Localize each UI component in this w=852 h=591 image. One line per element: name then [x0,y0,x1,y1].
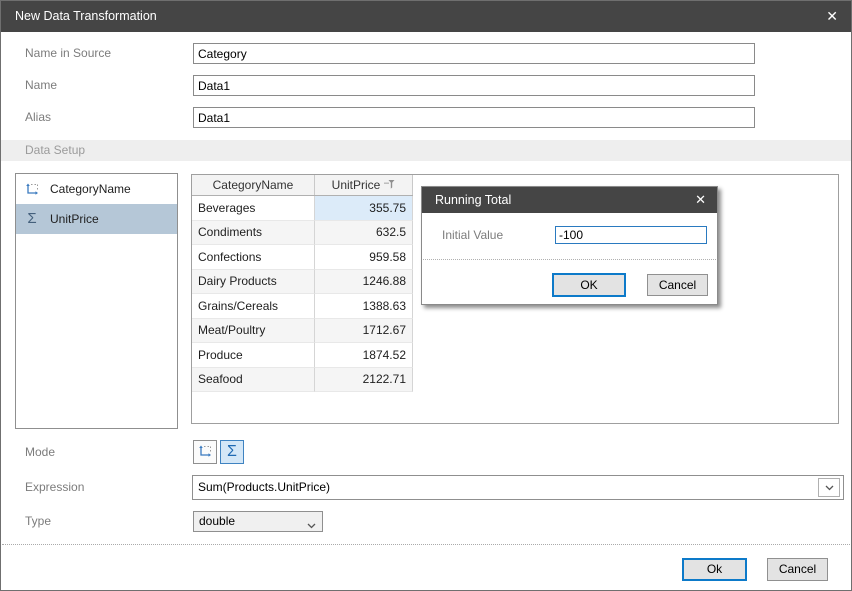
table-row[interactable]: Grains/Cereals 1388.63 [192,294,413,319]
filter-icon[interactable] [384,178,395,192]
transform-icon [24,181,40,197]
expression-input[interactable]: Sum(Products.UnitPrice) [192,475,844,500]
cell-unitprice[interactable]: 1246.88 [315,270,413,295]
table-row[interactable]: Dairy Products 1246.88 [192,270,413,295]
name-label: Name [25,75,57,96]
field-list-panel: CategoryName Σ UnitPrice [15,173,178,429]
expression-dropdown-button[interactable] [818,478,840,497]
data-setup-label: Data Setup [25,140,85,161]
cell-unitprice[interactable]: 632.5 [315,221,413,246]
chevron-down-icon [307,518,316,532]
dialog-separator [423,259,716,260]
alias-input[interactable] [193,107,755,128]
footer-separator [2,544,850,545]
cell-category[interactable]: Seafood [192,368,315,393]
cell-category[interactable]: Produce [192,343,315,368]
cell-category[interactable]: Condiments [192,221,315,246]
cell-category[interactable]: Dairy Products [192,270,315,295]
name-in-source-label: Name in Source [25,43,111,64]
running-total-cancel-button[interactable]: Cancel [647,274,708,296]
cell-category[interactable]: Beverages [192,196,315,221]
cell-category[interactable]: Grains/Cereals [192,294,315,319]
type-label: Type [25,511,51,532]
cell-unitprice[interactable]: 1388.63 [315,294,413,319]
new-data-transformation-window: { "window": { "title": "New Data Transfo… [0,0,852,591]
close-icon[interactable]: ✕ [695,187,706,213]
table-row[interactable]: Confections 959.58 [192,245,413,270]
cell-unitprice-selected[interactable]: 355.75 [315,196,413,221]
name-input[interactable] [193,75,755,96]
alias-label: Alias [25,107,51,128]
cell-unitprice[interactable]: 2122.71 [315,368,413,393]
cell-category[interactable]: Meat/Poultry [192,319,315,344]
cancel-button[interactable]: Cancel [767,558,828,581]
grid-header-unitprice[interactable]: UnitPrice [315,175,413,195]
table-row[interactable]: Meat/Poultry 1712.67 [192,319,413,344]
mode-sum-button[interactable]: Σ [220,440,244,464]
sigma-icon: Σ [24,211,40,227]
running-total-title: Running Total [435,187,511,213]
expression-value: Sum(Products.UnitPrice) [198,476,330,499]
cell-unitprice[interactable]: 1712.67 [315,319,413,344]
list-item-label: UnitPrice [50,204,99,234]
type-value: double [199,512,235,531]
cell-category[interactable]: Confections [192,245,315,270]
data-setup-section-header: Data Setup [1,140,851,161]
sigma-icon: Σ [227,444,237,460]
chevron-down-icon [825,485,834,491]
window-title: New Data Transformation [15,1,157,32]
running-total-ok-button[interactable]: OK [552,273,626,297]
table-row[interactable]: Produce 1874.52 [192,343,413,368]
list-item-unitprice[interactable]: Σ UnitPrice [16,204,177,234]
grid-header-categoryname[interactable]: CategoryName [192,175,315,195]
name-in-source-input[interactable] [193,43,755,64]
window-titlebar: New Data Transformation ✕ [1,1,851,32]
table-row[interactable]: Seafood 2122.71 [192,368,413,393]
running-total-dialog: Running Total ✕ Initial Value OK Cancel [421,186,718,305]
list-item-categoryname[interactable]: CategoryName [16,174,177,204]
grid-header-row: CategoryName UnitPrice [192,175,413,196]
cell-unitprice[interactable]: 959.58 [315,245,413,270]
list-item-label: CategoryName [50,174,131,204]
initial-value-label: Initial Value [442,227,503,244]
type-select[interactable]: double [193,511,323,532]
running-total-titlebar: Running Total ✕ [422,187,717,213]
expression-label: Expression [25,477,84,498]
mode-transform-button[interactable] [193,440,217,464]
initial-value-input[interactable] [555,226,707,244]
table-row[interactable]: Condiments 632.5 [192,221,413,246]
mode-label: Mode [25,444,55,460]
cell-unitprice[interactable]: 1874.52 [315,343,413,368]
transform-icon [197,443,213,462]
ok-button[interactable]: Ok [682,558,747,581]
table-row[interactable]: Beverages 355.75 [192,196,413,221]
close-icon[interactable]: ✕ [826,1,838,32]
